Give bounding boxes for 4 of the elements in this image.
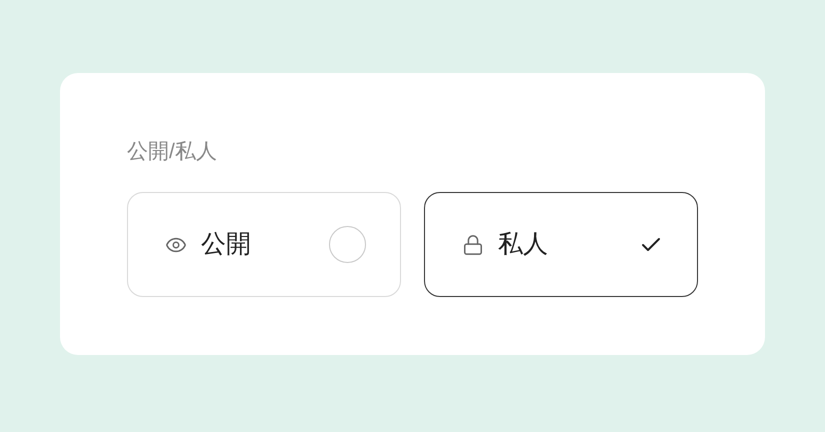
field-label: 公開/私人: [127, 139, 217, 165]
lock-icon: [462, 234, 484, 256]
option-card[interactable]: 公開: [127, 192, 401, 297]
option-card[interactable]: 私人: [424, 192, 698, 297]
